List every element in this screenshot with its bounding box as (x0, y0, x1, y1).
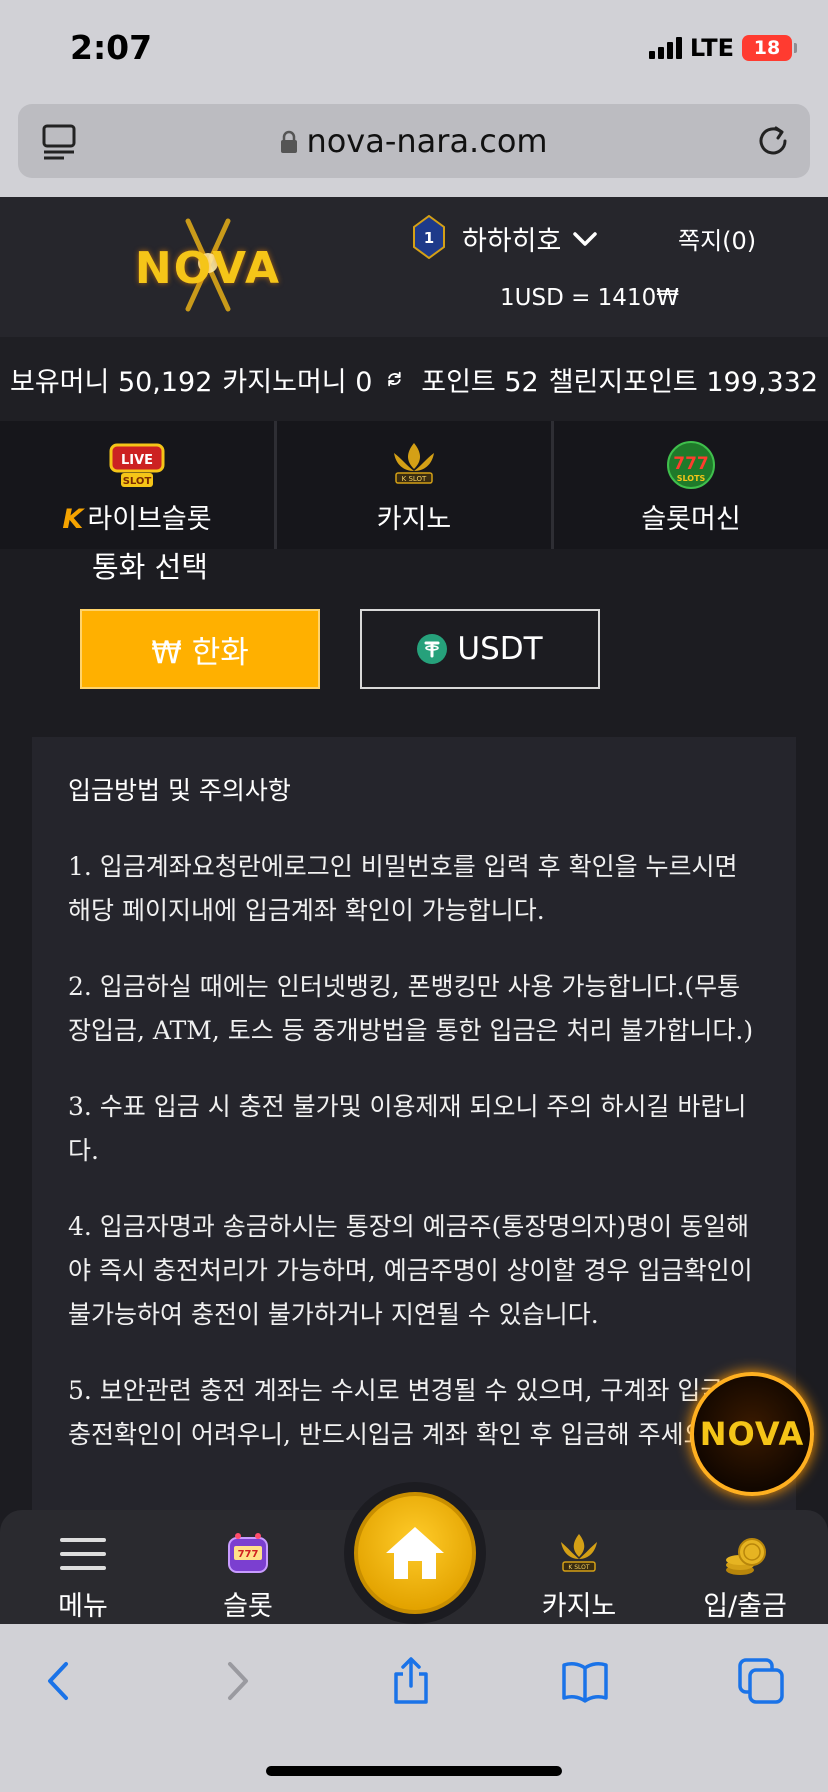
svg-text:777: 777 (673, 454, 709, 474)
money-balance: 보유머니 50,192 (10, 366, 213, 398)
points-balance: 포인트 52 (421, 366, 539, 398)
url-display[interactable]: nova-nara.com (18, 122, 810, 160)
svg-text:SLOTS: SLOTS (677, 474, 706, 483)
svg-text:K SLOT: K SLOT (568, 1564, 590, 1571)
nav-casino-label: 카지노 (541, 1591, 617, 1622)
status-time: 2:07 (70, 28, 153, 67)
tab-live-slot-label: 라이브슬롯 (87, 504, 212, 535)
challenge-points-balance: 챌린지포인트 199,332 (548, 366, 818, 398)
username: 하하히호 (462, 226, 562, 257)
signal-icon (648, 37, 682, 59)
k-prefix-icon: K (62, 504, 84, 535)
currency-usdt-label: USDT (457, 631, 543, 667)
logo-text: NOVA (134, 243, 282, 294)
currency-title: 통화 선택 (92, 550, 208, 584)
status-indicators: LTE 18 (648, 34, 797, 62)
777-slots-icon: 777 SLOTS (667, 441, 715, 489)
tab-slot-machine[interactable]: 777 SLOTS 슬롯머신 (554, 421, 828, 549)
balance-bar: 보유머니 50,192 카지노머니 0 포인트 52 챌린지포인트 199,33… (0, 337, 828, 421)
nav-deposit-withdraw-label: 입/출금 (703, 1591, 787, 1622)
notice-item: 5. 보안관련 충전 계좌는 수시로 변경될 수 있으며, 구계좌 입금 시 충… (68, 1376, 755, 1449)
notice-title: 입금방법 및 주의사항 (68, 776, 291, 805)
battery-level: 18 (753, 37, 781, 59)
home-icon (386, 1527, 444, 1579)
svg-text:777: 777 (238, 1549, 259, 1560)
slot-machine-icon: 777 (228, 1533, 268, 1573)
category-tabs: LIVE SLOT K 라이브슬롯 K SLOT 카지노 777 SLOTS 슬롯… (0, 421, 828, 549)
nav-casino[interactable]: K SLOT 카지노 (514, 1524, 644, 1624)
currency-krw-label: ₩ 한화 (151, 634, 249, 671)
k-slot-casino-icon: K SLOT (561, 1534, 597, 1572)
floating-logo-text: NOVA (699, 1415, 805, 1453)
svg-text:LIVE: LIVE (121, 453, 153, 468)
status-bar: 2:07 LTE 18 (0, 0, 828, 100)
url-text: nova-nara.com (306, 122, 548, 160)
bookmarks-icon[interactable] (560, 1656, 610, 1706)
notice-item: 1. 입금계좌요청란에로그인 비밀번호를 입력 후 확인을 누르시면 해당 페이… (68, 852, 738, 925)
tab-casino[interactable]: K SLOT 카지노 (277, 421, 554, 549)
nova-logo[interactable]: NOVA (128, 215, 288, 315)
nav-slot-label: 슬롯 (223, 1591, 273, 1622)
hamburger-menu-icon (60, 1538, 106, 1570)
home-button[interactable] (354, 1492, 476, 1614)
notice-item: 3. 수표 입금 시 충전 불가및 이용제재 되오니 주의 하시길 바랍니다. (68, 1092, 747, 1165)
home-indicator (266, 1766, 562, 1776)
k-slot-casino-icon: K SLOT (394, 443, 434, 484)
messages-link[interactable]: 쪽지(0) (678, 221, 756, 256)
back-icon[interactable] (34, 1656, 84, 1706)
network-label: LTE (689, 34, 734, 62)
battery-icon: 18 (742, 35, 797, 61)
tether-icon (417, 634, 448, 664)
currency-krw-button[interactable]: ₩ 한화 (80, 609, 320, 689)
tabs-icon[interactable] (736, 1656, 786, 1706)
svg-text:K SLOT: K SLOT (402, 475, 427, 483)
tab-casino-label: 카지노 (376, 504, 452, 535)
tab-live-slot[interactable]: LIVE SLOT K 라이브슬롯 (0, 421, 277, 549)
share-icon[interactable] (386, 1656, 436, 1706)
address-bar[interactable]: nova-nara.com (18, 104, 810, 178)
refresh-icon[interactable] (386, 363, 403, 395)
coins-icon (726, 1538, 766, 1575)
lock-icon (281, 130, 298, 153)
forward-icon[interactable] (212, 1656, 262, 1706)
live-slot-icon: LIVE SLOT (109, 443, 165, 487)
floating-logo-button[interactable]: NOVA (690, 1372, 814, 1496)
site-header: NOVA 1 하하히호 쪽지(0) 1USD = 1410₩ (0, 197, 828, 337)
reload-icon[interactable] (754, 122, 792, 160)
level-badge-icon: 1 (413, 215, 445, 259)
chevron-down-icon (573, 231, 598, 246)
casino-money-balance: 카지노머니 0 (222, 366, 373, 398)
currency-usdt-button[interactable]: USDT (360, 609, 600, 689)
nav-slot[interactable]: 777 슬롯 (183, 1524, 313, 1624)
browser-toolbar (0, 1624, 828, 1792)
svg-text:SLOT: SLOT (123, 476, 152, 487)
tab-slot-machine-label: 슬롯머신 (641, 504, 741, 535)
deposit-notice: 입금방법 및 주의사항 1. 입금계좌요청란에로그인 비밀번호를 입력 후 확인… (32, 737, 796, 1527)
notice-item: 4. 입금자명과 송금하시는 통장의 예금주(통장명의자)명이 동일해야 즉시 … (68, 1212, 753, 1329)
browser-address-area: nova-nara.com (0, 100, 828, 197)
notice-item: 2. 입금하실 때에는 인터넷뱅킹, 폰뱅킹만 사용 가능합니다.(무통장입금,… (68, 972, 754, 1045)
user-menu[interactable]: 하하히호 (462, 219, 598, 258)
nav-menu-label: 메뉴 (58, 1591, 108, 1622)
nav-deposit-withdraw[interactable]: 입/출금 (680, 1524, 810, 1624)
level-number: 1 (424, 229, 434, 247)
nav-menu[interactable]: 메뉴 (18, 1524, 148, 1624)
exchange-rate: 1USD = 1410₩ (500, 285, 679, 311)
